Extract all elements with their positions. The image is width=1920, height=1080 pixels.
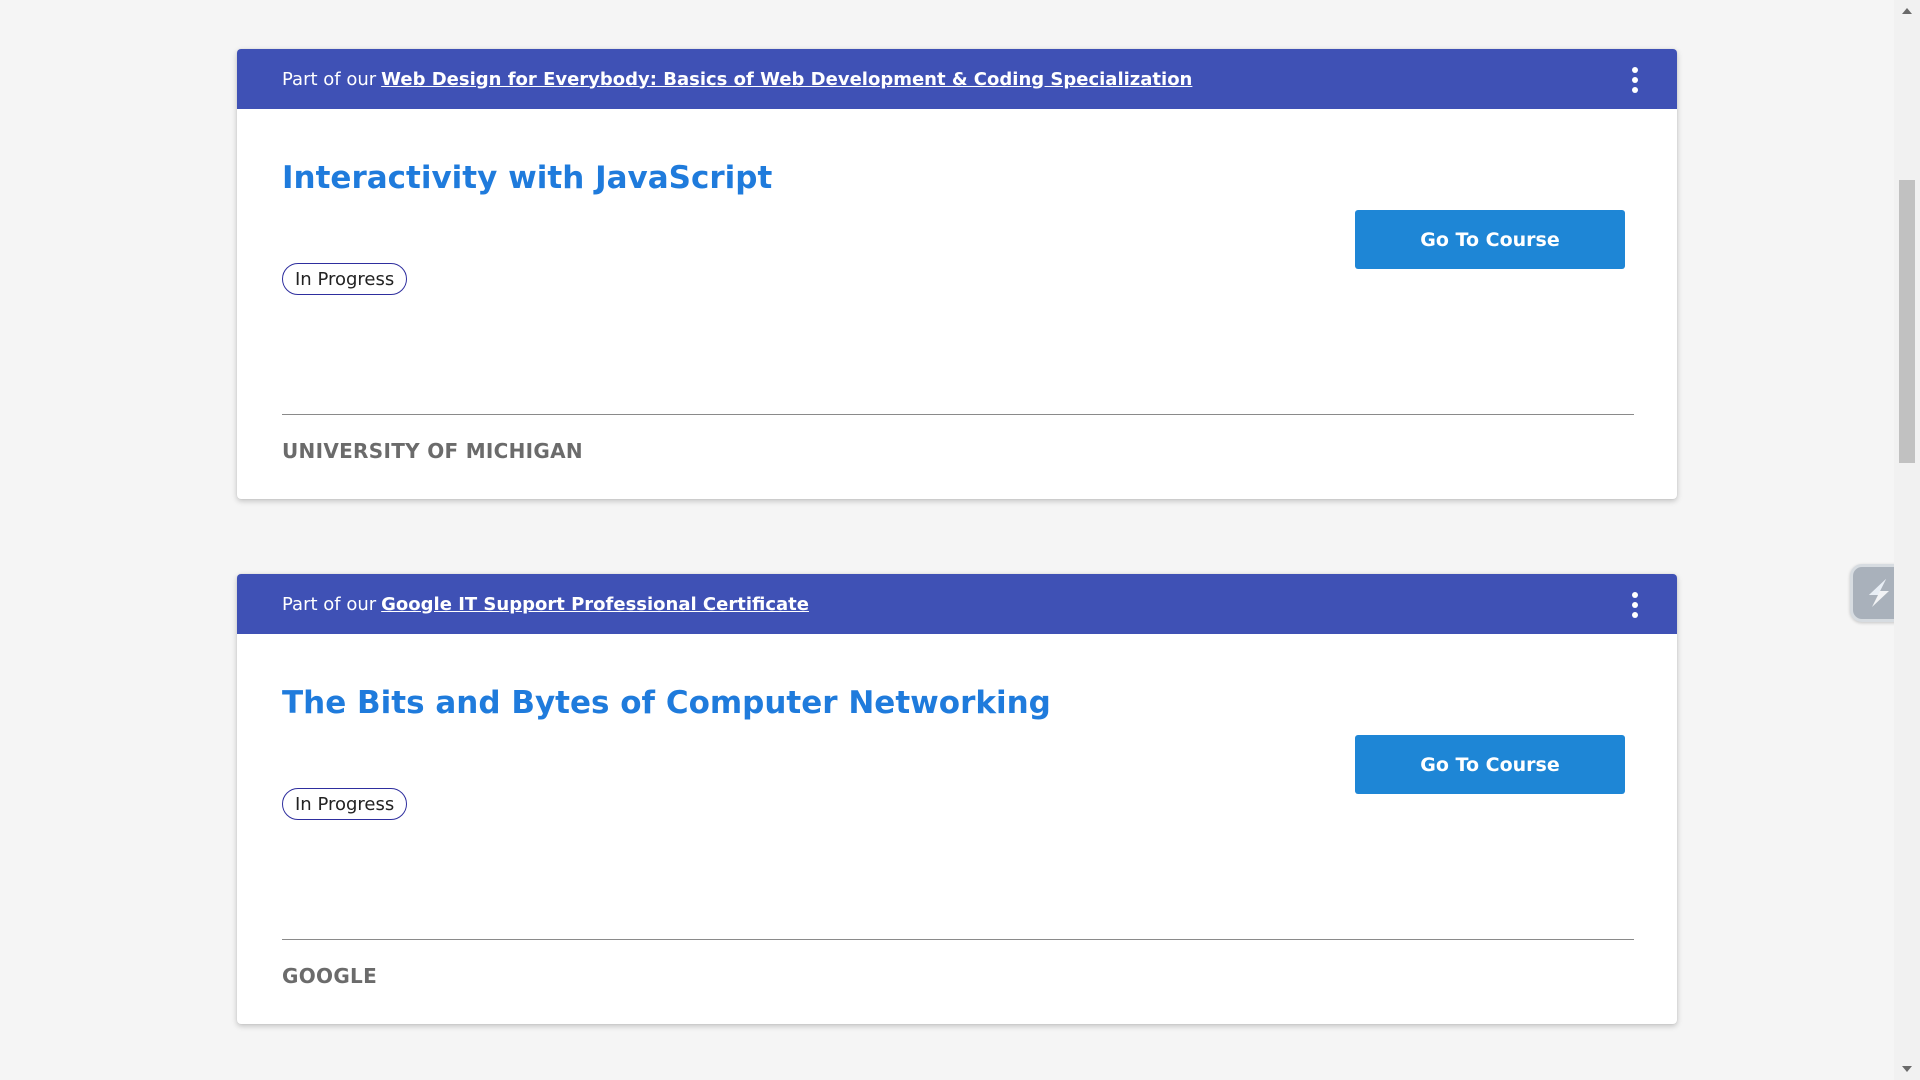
- lightning-extension-icon: [1869, 579, 1889, 607]
- course-title[interactable]: Interactivity with JavaScript: [282, 160, 772, 196]
- card-header: Part of our Google IT Support Profession…: [237, 574, 1677, 634]
- more-options-icon[interactable]: [1629, 592, 1641, 618]
- course-card: Part of our Google IT Support Profession…: [237, 574, 1677, 1024]
- header-prefix: Part of our: [282, 68, 377, 90]
- certificate-link[interactable]: Google IT Support Professional Certifica…: [381, 594, 809, 615]
- go-to-course-button[interactable]: Go To Course: [1355, 735, 1625, 794]
- card-header: Part of our Web Design for Everybody: Ba…: [237, 49, 1677, 109]
- status-badge: In Progress: [282, 263, 408, 295]
- divider: [282, 939, 1634, 940]
- divider: [282, 414, 1634, 415]
- scroll-down-arrow-icon[interactable]: [1902, 1066, 1912, 1072]
- kebab-dot: [1632, 602, 1638, 608]
- vertical-scrollbar[interactable]: [1894, 0, 1920, 1080]
- page: Part of our Web Design for Everybody: Ba…: [0, 0, 1920, 1080]
- go-to-course-button[interactable]: Go To Course: [1355, 210, 1625, 269]
- kebab-dot: [1632, 87, 1638, 93]
- partner-name: UNIVERSITY OF MICHIGAN: [282, 439, 583, 463]
- kebab-dot: [1632, 612, 1638, 618]
- kebab-dot: [1632, 77, 1638, 83]
- status-badge: In Progress: [282, 788, 408, 820]
- course-title[interactable]: The Bits and Bytes of Computer Networkin…: [282, 685, 1051, 721]
- kebab-dot: [1632, 67, 1638, 73]
- specialization-link[interactable]: Web Design for Everybody: Basics of Web …: [381, 69, 1192, 90]
- course-card: Part of our Web Design for Everybody: Ba…: [237, 49, 1677, 499]
- scrollbar-thumb[interactable]: [1899, 180, 1915, 463]
- scroll-up-arrow-icon[interactable]: [1902, 8, 1912, 14]
- partner-name: GOOGLE: [282, 964, 378, 988]
- header-prefix: Part of our: [282, 593, 377, 615]
- kebab-dot: [1632, 592, 1638, 598]
- more-options-icon[interactable]: [1629, 67, 1641, 93]
